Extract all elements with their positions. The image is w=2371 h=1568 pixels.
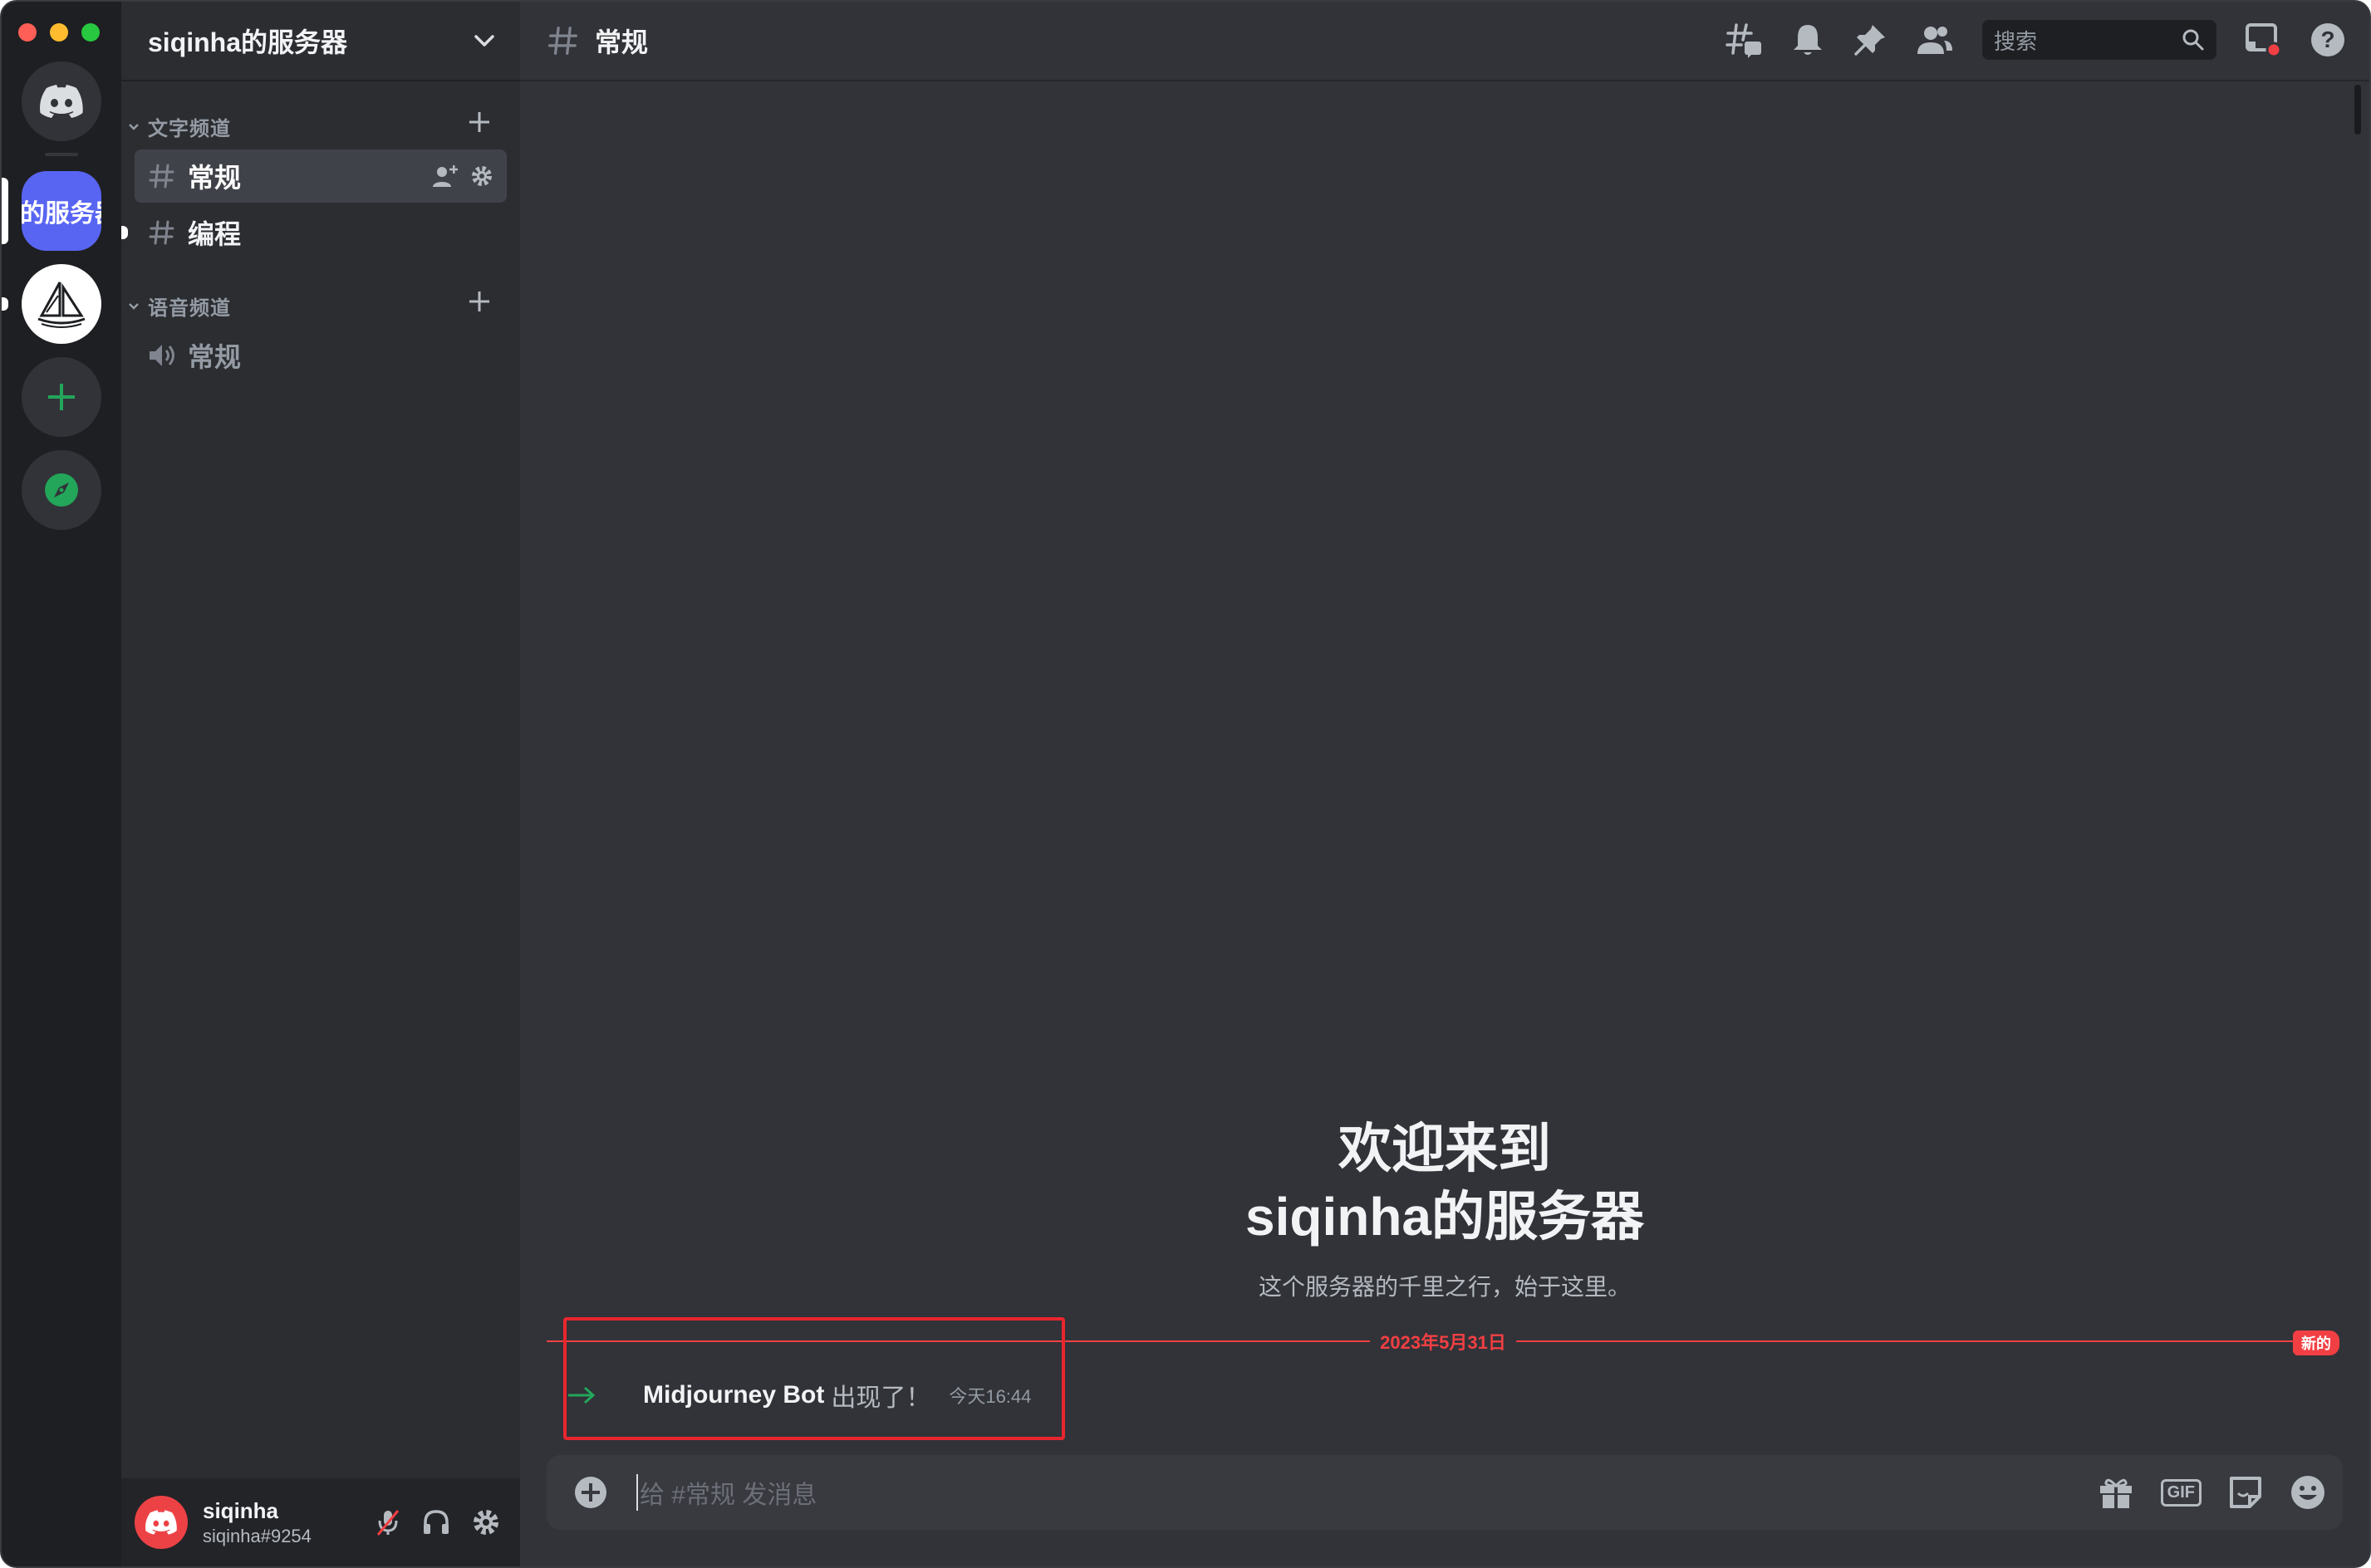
sticker-icon[interactable] [2228, 1475, 2263, 1510]
welcome-subtitle: 这个服务器的千里之行，始于这里。 [1258, 1274, 1631, 1300]
mic-muted-icon[interactable] [376, 1508, 400, 1536]
user-tag: siqinha#9254 [203, 1525, 312, 1546]
join-arrow-icon [567, 1385, 621, 1405]
welcome-section: 欢迎来到 siqinha的服务器 这个服务器的千里之行，始于这里。 [520, 1115, 2369, 1302]
discord-window: 的服务器 [0, 0, 2371, 1568]
server-header[interactable]: siqinha的服务器 [121, 2, 520, 81]
channel-actions [432, 164, 493, 189]
page-title: 常规 [595, 27, 649, 57]
window-controls [18, 23, 100, 42]
channel-sidebar: siqinha的服务器 文字频道 常规 编程 语音频道 常规 siqinha s… [121, 2, 520, 1566]
gift-icon[interactable] [2098, 1475, 2134, 1510]
bell-icon[interactable] [1791, 22, 1824, 57]
text-channel-icon [547, 27, 577, 55]
server-rail: 的服务器 [2, 2, 121, 1566]
chevron-down-icon [474, 35, 494, 47]
category-voice-channels[interactable]: 语音频道 [121, 289, 520, 322]
user-panel: siqinha siqinha#9254 [121, 1478, 520, 1566]
channel-name: 常规 [188, 342, 242, 372]
channel-header: 常规 搜索 ? [520, 2, 2369, 81]
new-badge: 新的 [2293, 1330, 2339, 1355]
channel-general[interactable]: 常规 [135, 149, 507, 203]
message-input[interactable]: 给 #常规 发消息 [636, 1474, 817, 1511]
help-icon[interactable]: ? [2310, 22, 2346, 58]
user-info[interactable]: siqinha siqinha#9254 [203, 1498, 312, 1547]
search-placeholder: 搜索 [1994, 28, 2038, 54]
welcome-heading: 欢迎来到 siqinha的服务器 [520, 1115, 2369, 1251]
svg-text:?: ? [2320, 27, 2334, 52]
server-midjourney[interactable] [22, 264, 101, 344]
message-composer[interactable]: 给 #常规 发消息 GIF [547, 1455, 2343, 1530]
category-label: 语音频道 [148, 296, 231, 320]
system-join-message: Midjourney Bot 出现了！ 今天16:44 [567, 1372, 1031, 1419]
members-icon[interactable] [1916, 24, 1954, 56]
composer-tools: GIF [2098, 1474, 2326, 1511]
username: siqinha [203, 1497, 279, 1523]
compass-icon [45, 473, 78, 507]
avatar[interactable] [135, 1496, 188, 1549]
voice-channel-general[interactable]: 常规 [135, 329, 507, 382]
category-label: 文字频道 [148, 117, 231, 140]
create-channel-icon[interactable] [469, 291, 490, 316]
emoji-icon[interactable] [2290, 1474, 2326, 1511]
chat-area: 常规 搜索 ? 欢迎来到 siqinha的服务器 这个服务器的千里之行，始于这里 [520, 2, 2369, 1566]
channel-name: 编程 [188, 219, 242, 249]
add-server-button[interactable] [22, 357, 101, 437]
channel-name: 常规 [188, 163, 242, 193]
home-button[interactable] [22, 61, 101, 141]
server-name: siqinha的服务器 [148, 27, 348, 57]
user-controls [376, 1508, 500, 1536]
welcome-line-1: 欢迎来到 [1338, 1119, 1551, 1178]
invite-member-icon[interactable] [432, 164, 459, 189]
message-author[interactable]: Midjourney Bot [643, 1381, 824, 1409]
explore-servers-button[interactable] [22, 450, 101, 530]
category-collapse-icon [128, 297, 148, 315]
inbox-icon[interactable] [2245, 22, 2281, 58]
server-icon-label: 的服务器 [22, 200, 101, 228]
attach-plus-icon[interactable] [573, 1475, 608, 1510]
welcome-line-2: siqinha的服务器 [1244, 1187, 1645, 1247]
divider-date: 2023年5月31日 [1370, 1328, 1516, 1355]
plus-icon [48, 384, 75, 410]
header-toolbar: 搜索 ? [1725, 20, 2346, 60]
text-channel-icon [148, 162, 181, 190]
channel-programming[interactable]: 编程 [121, 206, 507, 259]
close-window-button[interactable] [18, 23, 37, 42]
create-channel-icon[interactable] [469, 111, 490, 137]
headphones-icon[interactable] [422, 1509, 450, 1536]
search-input[interactable]: 搜索 [1982, 20, 2216, 60]
scrollbar-thumb[interactable] [2354, 85, 2361, 135]
discord-logo-icon [40, 85, 83, 118]
zoom-window-button[interactable] [81, 23, 100, 42]
message-timestamp: 今天16:44 [949, 1386, 1032, 1407]
unread-channel-indicator [121, 226, 128, 239]
unread-server-indicator [2, 297, 8, 311]
discord-logo-icon [145, 1510, 177, 1535]
category-collapse-icon [128, 118, 148, 135]
speaker-icon [148, 342, 181, 369]
search-icon [2182, 29, 2204, 51]
gif-button[interactable]: GIF [2160, 1478, 2202, 1507]
minimize-window-button[interactable] [50, 23, 68, 42]
midjourney-sailboat-icon [37, 282, 86, 328]
category-text-channels[interactable]: 文字频道 [121, 110, 520, 143]
rail-divider [45, 153, 78, 156]
threads-icon[interactable] [1725, 22, 1763, 58]
active-server-indicator [2, 178, 8, 244]
channel-settings-gear-icon[interactable] [470, 164, 493, 188]
gear-icon[interactable] [472, 1508, 500, 1536]
pin-icon[interactable] [1853, 22, 1887, 57]
server-siqinha[interactable]: 的服务器 [22, 171, 101, 251]
message-text: 出现了！ [831, 1384, 931, 1412]
text-channel-icon [148, 218, 181, 247]
